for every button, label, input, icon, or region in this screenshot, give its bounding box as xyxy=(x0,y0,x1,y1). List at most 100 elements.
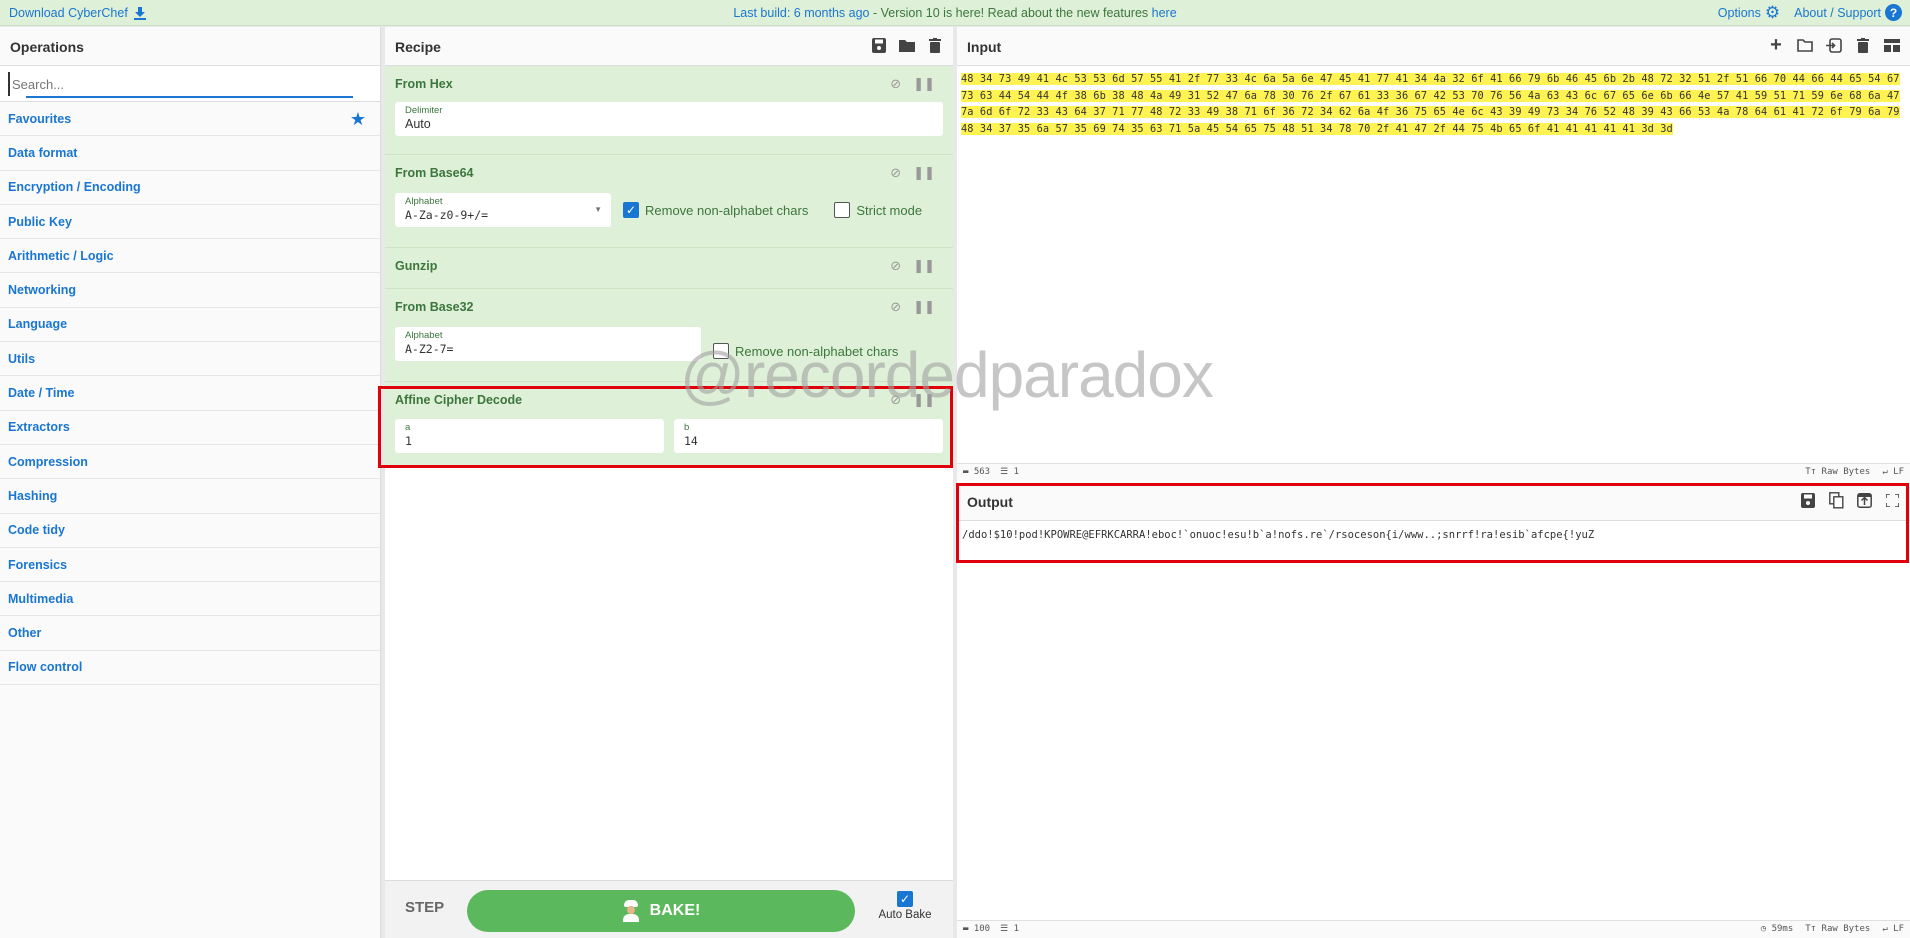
category-public-key[interactable]: Public Key xyxy=(0,204,380,240)
checkbox-label: Remove non-alphabet chars xyxy=(645,202,809,218)
op-title: From Hex xyxy=(395,77,453,91)
step-button[interactable]: STEP xyxy=(405,899,444,916)
save-output-icon[interactable] xyxy=(1800,491,1816,509)
features-here-link[interactable]: here xyxy=(1152,6,1177,20)
maximise-output-icon[interactable] xyxy=(1884,491,1900,509)
category-extractors[interactable]: Extractors xyxy=(0,410,380,445)
input-status-bar: ▬ 563 ☰ 1 Tт Raw Bytes ↵ LF xyxy=(957,463,1910,481)
category-networking[interactable]: Networking xyxy=(0,273,380,308)
disable-op-icon[interactable]: ⊘ xyxy=(890,392,901,408)
checkbox-checked-icon: ✓ xyxy=(623,202,639,218)
category-utils[interactable]: Utils xyxy=(0,342,380,377)
field-value: 1 xyxy=(405,434,412,448)
bake-bar: STEP BAKE! ✓ Auto Bake xyxy=(385,880,953,938)
input-eol-selector[interactable]: ↵ LF xyxy=(1882,467,1904,477)
dropdown-caret-icon: ▼ xyxy=(594,205,602,214)
operations-title: Operations xyxy=(0,27,380,66)
field-value: A-Za-z0-9+/= xyxy=(405,208,489,222)
last-build-text[interactable]: Last build: 6 months ago xyxy=(733,6,869,20)
affine-b-field[interactable]: b 14 xyxy=(674,419,943,453)
input-encoding-selector[interactable]: Tт Raw Bytes xyxy=(1805,467,1870,477)
input-header: Input + xyxy=(957,27,1910,66)
about-support-button[interactable]: About / Support ? xyxy=(1794,4,1902,21)
alphabet-dropdown[interactable]: Alphabet A-Za-z0-9+/= ▼ xyxy=(395,193,611,227)
disable-op-icon[interactable]: ⊘ xyxy=(890,76,901,92)
input-title: Input xyxy=(967,39,1002,55)
checkbox-unchecked-icon xyxy=(834,202,851,218)
reset-layout-icon[interactable] xyxy=(1884,36,1900,54)
affine-a-field[interactable]: a 1 xyxy=(395,419,664,453)
recipe-op-from-base64[interactable]: From Base64 ⊘ ❚❚ Alphabet A-Za-z0-9+/= ▼ … xyxy=(385,155,953,248)
field-value: A-Z2-7= xyxy=(405,342,454,356)
field-value: Auto xyxy=(405,117,431,131)
output-encoding-selector[interactable]: Tт Raw Bytes xyxy=(1805,924,1870,934)
category-label: Other xyxy=(8,626,42,641)
category-hashing[interactable]: Hashing xyxy=(0,479,380,514)
recipe-op-gunzip[interactable]: Gunzip ⊘ ❚❚ xyxy=(385,248,953,289)
disable-op-icon[interactable]: ⊘ xyxy=(890,258,901,274)
category-multimedia[interactable]: Multimedia xyxy=(0,582,380,617)
category-label: Encryption / Encoding xyxy=(8,180,141,195)
replace-input-with-output-icon[interactable] xyxy=(1856,491,1872,509)
category-language[interactable]: Language xyxy=(0,307,380,343)
category-other[interactable]: Other xyxy=(0,616,380,651)
category-compression[interactable]: Compression xyxy=(0,444,380,480)
category-label: Favourites xyxy=(8,111,72,126)
add-input-tab-plus-icon[interactable]: + xyxy=(1768,34,1784,56)
recipe-op-from-hex[interactable]: From Hex ⊘ ❚❚ Delimiter Auto xyxy=(385,66,953,155)
recipe-header: Recipe xyxy=(385,27,953,66)
strict-mode-checkbox[interactable]: Strict mode xyxy=(834,202,922,218)
delimiter-field[interactable]: Delimiter Auto xyxy=(395,102,943,136)
category-code-tidy[interactable]: Code tidy xyxy=(0,513,380,548)
category-arithmetic-logic[interactable]: Arithmetic / Logic xyxy=(0,239,380,274)
alphabet-field[interactable]: Alphabet A-Z2-7= xyxy=(395,327,701,361)
breakpoint-pause-icon[interactable]: ❚❚ xyxy=(913,165,935,181)
bake-button[interactable]: BAKE! xyxy=(467,890,855,932)
breakpoint-pause-icon[interactable]: ❚❚ xyxy=(913,76,935,92)
category-label: Date / Time xyxy=(8,386,75,401)
output-header: Output xyxy=(957,482,1910,521)
output-title: Output xyxy=(967,494,1013,510)
save-recipe-icon[interactable] xyxy=(871,36,887,54)
category-date-time[interactable]: Date / Time xyxy=(0,376,380,411)
copy-output-icon[interactable] xyxy=(1828,491,1844,509)
category-label: Compression xyxy=(8,454,88,469)
version-text: - Version 10 is here! Read about the new… xyxy=(869,6,1152,20)
auto-bake-checkbox[interactable]: ✓ Auto Bake xyxy=(870,891,940,921)
remove-non-alphabet-checkbox[interactable]: Remove non-alphabet chars xyxy=(713,343,898,359)
bake-label: BAKE! xyxy=(649,902,701,919)
search-input[interactable] xyxy=(8,72,352,96)
breakpoint-pause-icon[interactable]: ❚❚ xyxy=(913,299,935,315)
options-button[interactable]: Options ⚙ xyxy=(1718,4,1780,21)
category-list: Favourites ★ Data format Encryption / Enc… xyxy=(0,102,380,686)
breakpoint-pause-icon[interactable]: ❚❚ xyxy=(913,258,935,274)
output-length: ▬ 100 xyxy=(963,924,991,934)
clear-input-trash-icon[interactable] xyxy=(1855,36,1871,54)
op-title: From Base32 xyxy=(395,300,474,314)
category-label: Extractors xyxy=(8,420,70,435)
checkbox-unchecked-icon xyxy=(713,343,729,359)
open-folder-icon[interactable] xyxy=(1797,36,1813,54)
input-textarea[interactable]: 48 34 73 49 41 4c 53 53 6d 57 55 41 2f 7… xyxy=(957,67,1910,463)
chef-icon xyxy=(622,900,640,922)
disable-op-icon[interactable]: ⊘ xyxy=(890,299,901,315)
category-data-format[interactable]: Data format xyxy=(0,136,380,171)
output-eol-selector[interactable]: ↵ LF xyxy=(1882,924,1904,934)
clear-recipe-trash-icon[interactable] xyxy=(927,36,943,54)
options-label: Options xyxy=(1717,5,1761,20)
output-text[interactable]: /ddo!$10!pod!KPOWRE@EFRKCARRA!eboc!`onuo… xyxy=(957,521,1910,549)
remove-non-alphabet-checkbox[interactable]: ✓ Remove non-alphabet chars xyxy=(623,202,808,218)
category-flow-control[interactable]: Flow control xyxy=(0,650,380,686)
disable-op-icon[interactable]: ⊘ xyxy=(890,165,901,181)
recipe-op-affine-cipher-decode[interactable]: Affine Cipher Decode ⊘ ❚❚ a 1 b 14 xyxy=(385,382,953,466)
recipe-title: Recipe xyxy=(395,39,441,55)
category-encryption-encoding[interactable]: Encryption / Encoding xyxy=(0,170,380,205)
load-recipe-folder-icon[interactable] xyxy=(899,36,915,54)
recipe-op-from-base32[interactable]: From Base32 ⊘ ❚❚ Alphabet A-Z2-7= Remove … xyxy=(385,289,953,382)
category-favourites[interactable]: Favourites ★ xyxy=(0,102,380,137)
breakpoint-pause-icon[interactable]: ❚❚ xyxy=(913,392,935,408)
category-forensics[interactable]: Forensics xyxy=(0,547,380,583)
open-file-input-icon[interactable] xyxy=(1826,36,1842,54)
category-label: Hashing xyxy=(8,488,58,503)
field-label: Alphabet xyxy=(405,330,443,341)
